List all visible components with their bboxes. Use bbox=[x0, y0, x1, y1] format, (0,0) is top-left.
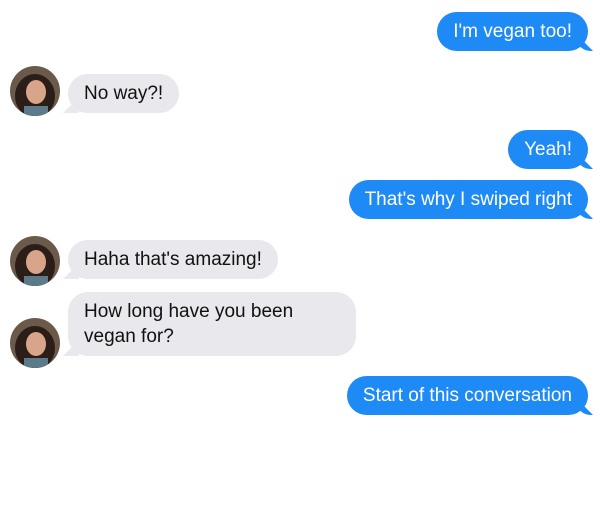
received-message-bubble[interactable]: How long have you been vegan for? bbox=[68, 292, 356, 356]
received-message-bubble[interactable]: No way?! bbox=[68, 74, 180, 113]
contact-avatar[interactable] bbox=[10, 236, 60, 286]
sent-message-bubble[interactable]: Start of this conversation bbox=[346, 376, 588, 415]
received-message-bubble[interactable]: Haha that's amazing! bbox=[68, 240, 278, 279]
sent-message-bubble[interactable]: That's why I swiped right bbox=[348, 180, 588, 219]
sent-message-bubble[interactable]: I'm vegan too! bbox=[437, 12, 588, 51]
message-text: Start of this conversation bbox=[362, 385, 572, 406]
message-text: I'm vegan too! bbox=[453, 21, 572, 42]
message-text-line: vegan for? bbox=[84, 326, 174, 347]
message-text-line: How long have you been bbox=[84, 301, 294, 322]
sent-message-bubble[interactable]: Yeah! bbox=[508, 130, 588, 169]
contact-avatar-icon bbox=[10, 236, 60, 286]
contact-avatar-icon bbox=[10, 66, 60, 116]
contact-avatar-icon bbox=[10, 318, 60, 368]
message-text: No way?! bbox=[84, 83, 164, 104]
message-thread: I'm vegan too! No way?! Yeah! That's why… bbox=[0, 0, 600, 526]
contact-avatar[interactable] bbox=[10, 66, 60, 116]
contact-avatar[interactable] bbox=[10, 318, 60, 368]
message-text: Yeah! bbox=[524, 139, 572, 160]
message-text: Haha that's amazing! bbox=[84, 249, 262, 270]
message-text: That's why I swiped right bbox=[364, 189, 572, 210]
